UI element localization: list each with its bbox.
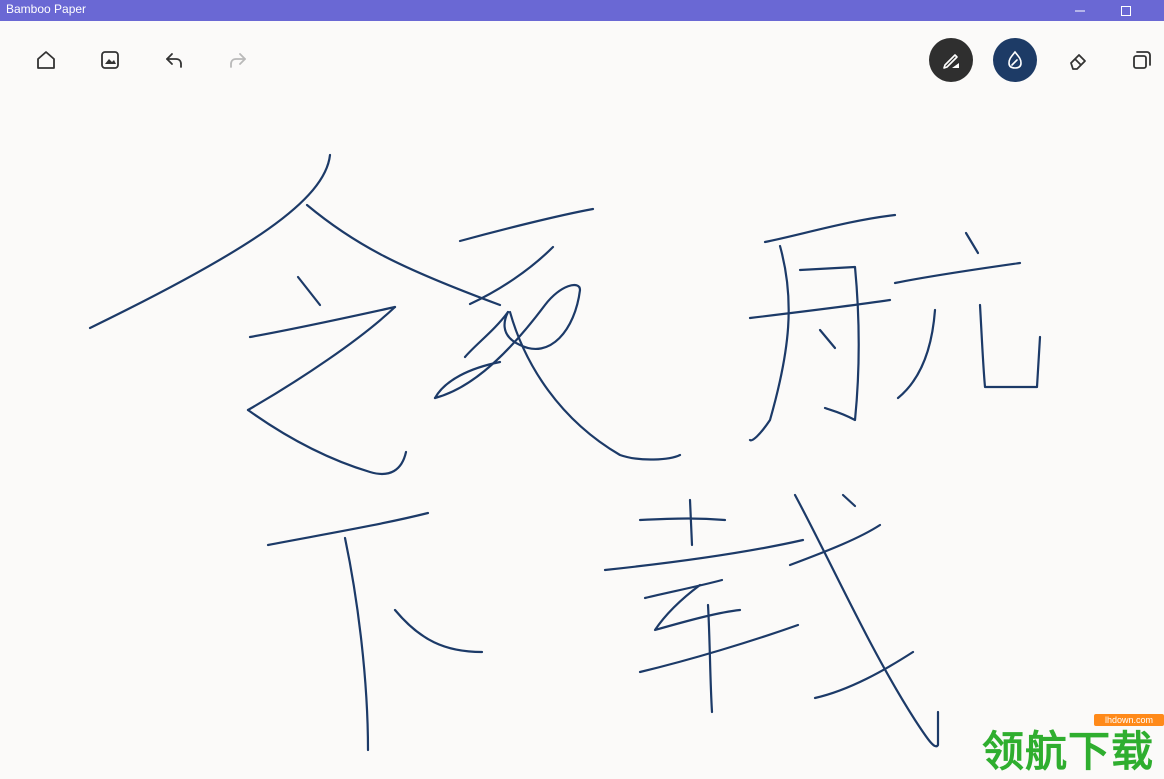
drawing-canvas[interactable]: [0, 21, 1164, 768]
app-title: Bamboo Paper: [6, 2, 87, 16]
minimize-icon: [1075, 10, 1085, 11]
minimize-button[interactable]: [1060, 0, 1100, 21]
handwriting-ink: [88, 153, 1042, 752]
watermark-url: lhdown.com: [1094, 714, 1164, 726]
maximize-icon: [1121, 5, 1131, 16]
maximize-button[interactable]: [1106, 0, 1146, 21]
site-watermark: 领航下载 lhdown.com: [982, 712, 1164, 776]
watermark-text: 领航下载: [982, 727, 1155, 776]
title-bar: Bamboo Paper: [0, 0, 1164, 21]
